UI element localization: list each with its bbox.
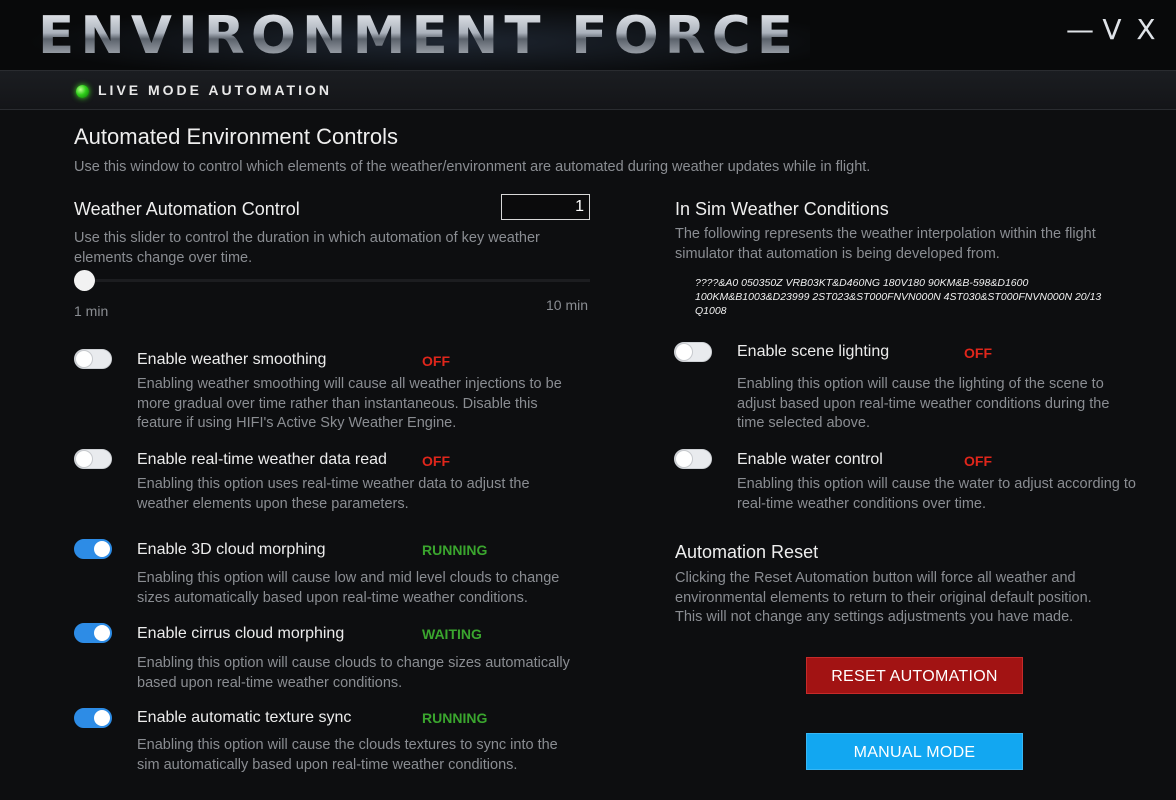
sim-conditions-title: In Sim Weather Conditions [675,199,889,219]
app-logo: ENVIRONMENT FORCE [38,6,808,66]
live-mode-bar: LIVE MODE AUTOMATION [0,70,1176,110]
scene-lighting-label: Enable scene lighting [737,343,890,360]
3d-cloud-morphing-status: RUNNING [422,542,488,558]
weather-smoothing-label: Enable weather smoothing [137,351,327,368]
collapse-icon[interactable]: V [1100,16,1124,44]
slider-max-label: 10 min [546,297,589,313]
cirrus-cloud-morphing-description: Enabling this option will cause clouds t… [137,655,570,691]
window-controls: — V X [1066,14,1158,46]
app-header: ENVIRONMENT FORCE — V X [0,0,1176,70]
realtime-data-toggle[interactable] [74,449,112,469]
weather-smoothing-toggle[interactable] [74,349,112,369]
manual-mode-button[interactable]: MANUAL MODE [806,733,1023,770]
3d-cloud-morphing-label: Enable 3D cloud morphing [137,541,326,558]
close-icon[interactable]: X [1134,16,1158,44]
realtime-data-status: OFF [422,453,450,469]
scene-lighting-description: Enabling this option will cause the ligh… [737,376,1110,431]
toggle-knob [676,344,692,360]
texture-sync-label: Enable automatic texture sync [137,709,352,726]
toggle-knob [76,451,92,467]
realtime-data-label: Enable real-time weather data read [137,451,387,468]
slider-min-label: 1 min [74,303,109,319]
page-title: Automated Environment Controls [74,124,399,149]
weather-smoothing-status: OFF [422,353,450,369]
texture-sync-description: Enabling this option will cause the clou… [137,737,558,773]
duration-slider-track[interactable] [74,279,590,282]
cirrus-cloud-morphing-toggle[interactable] [74,623,112,643]
page-description: Use this window to control which element… [74,159,871,175]
reset-automation-button[interactable]: RESET AUTOMATION [806,657,1023,694]
toggle-knob [94,541,110,557]
live-indicator-icon [76,85,89,98]
automation-reset-title: Automation Reset [675,542,819,562]
water-control-toggle[interactable] [674,449,712,469]
water-control-label: Enable water control [737,451,883,468]
toggle-knob [676,451,692,467]
water-control-description: Enabling this option will cause the wate… [737,476,1136,512]
3d-cloud-morphing-description: Enabling this option will cause low and … [137,570,560,606]
toggle-knob [94,625,110,641]
texture-sync-status: RUNNING [422,710,488,726]
realtime-data-description: Enabling this option uses real-time weat… [137,476,530,512]
metar-readout: ????&A0 050350Z VRB03KT&D460NG 180V180 9… [695,277,1102,317]
live-mode-label: LIVE MODE AUTOMATION [98,82,332,98]
toggle-knob [94,710,110,726]
cirrus-cloud-morphing-label: Enable cirrus cloud morphing [137,625,345,642]
sim-conditions-description: The following represents the weather int… [675,226,1096,262]
texture-sync-toggle[interactable] [74,708,112,728]
weather-automation-description: Use this slider to control the duration … [74,230,540,266]
automation-reset-description: Clicking the Reset Automation button wil… [675,570,1092,625]
automation-duration-input[interactable] [501,194,590,220]
cirrus-cloud-morphing-status: WAITING [422,626,482,642]
weather-automation-title: Weather Automation Control [74,199,300,219]
minimize-icon[interactable]: — [1066,16,1094,44]
water-control-status: OFF [964,453,992,469]
app-title: ENVIRONMENT FORCE [38,6,800,66]
scene-lighting-toggle[interactable] [674,342,712,362]
duration-slider-thumb[interactable] [74,270,95,291]
3d-cloud-morphing-toggle[interactable] [74,539,112,559]
scene-lighting-status: OFF [964,345,992,361]
toggle-knob [76,351,92,367]
weather-smoothing-description: Enabling weather smoothing will cause al… [137,376,562,431]
